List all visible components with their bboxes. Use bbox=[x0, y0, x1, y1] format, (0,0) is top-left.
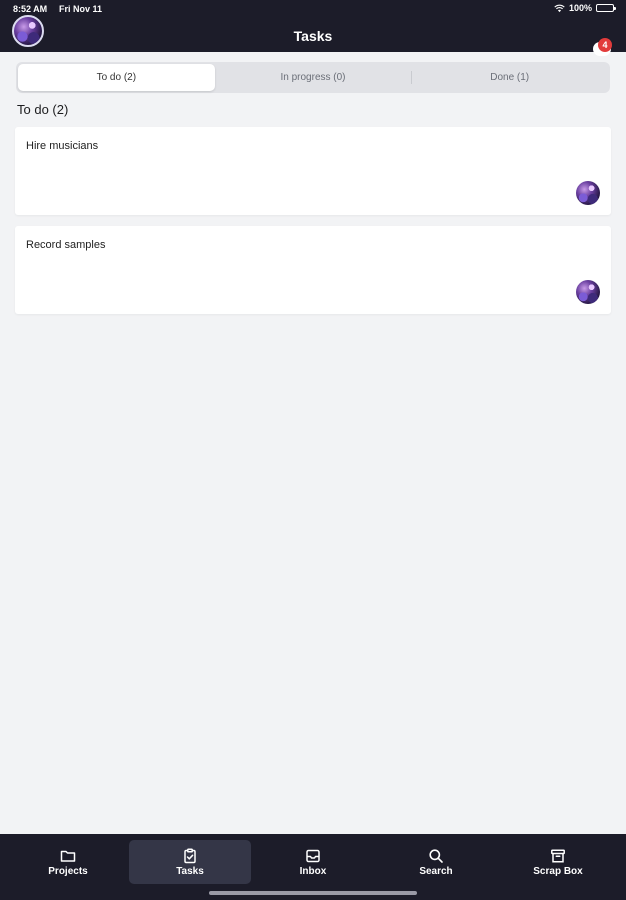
task-status-tabs: To do (2) In progress (0) Done (1) bbox=[16, 62, 610, 93]
section-title: To do (2) bbox=[17, 102, 69, 117]
task-card[interactable]: Hire musicians bbox=[15, 127, 611, 215]
nav-label: Inbox bbox=[299, 865, 327, 877]
search-icon bbox=[429, 848, 443, 863]
archive-box-icon bbox=[551, 848, 565, 863]
nav-label: Search bbox=[419, 865, 453, 877]
battery-percent: 100% bbox=[568, 3, 592, 13]
nav-label: Projects bbox=[48, 865, 88, 877]
task-card[interactable]: Record samples bbox=[15, 226, 611, 314]
nav-inbox[interactable]: Inbox bbox=[252, 840, 374, 884]
task-title: Hire musicians bbox=[26, 140, 99, 152]
notification-badge: 4 bbox=[598, 38, 612, 52]
assignee-avatar bbox=[576, 280, 600, 304]
status-date: Fri Nov 11 bbox=[59, 4, 103, 14]
wifi-icon bbox=[554, 4, 565, 12]
tab-done[interactable]: Done (1) bbox=[411, 64, 608, 91]
nav-scrap-box[interactable]: Scrap Box bbox=[497, 840, 619, 884]
home-indicator bbox=[209, 891, 417, 895]
assignee-avatar bbox=[576, 181, 600, 205]
tab-to-do[interactable]: To do (2) bbox=[18, 64, 215, 91]
nav-label: Scrap Box bbox=[533, 865, 583, 877]
nav-projects[interactable]: Projects bbox=[7, 840, 129, 884]
nav-search[interactable]: Search bbox=[375, 840, 497, 884]
app-header: 8:52 AM Fri Nov 11 100% Tasks bbox=[0, 0, 626, 52]
status-bar: 8:52 AM Fri Nov 11 100% bbox=[0, 0, 626, 18]
status-indicators: 100% bbox=[554, 3, 616, 13]
tab-in-progress[interactable]: In progress (0) bbox=[215, 64, 412, 91]
task-title: Record samples bbox=[26, 239, 106, 251]
folder-icon bbox=[60, 850, 76, 862]
nav-label: Tasks bbox=[176, 865, 204, 877]
nav-tasks[interactable]: Tasks bbox=[129, 840, 251, 884]
inbox-icon bbox=[306, 849, 320, 862]
battery-icon bbox=[596, 4, 616, 12]
page-title: Tasks bbox=[293, 28, 333, 44]
status-time: 8:52 AM bbox=[13, 4, 48, 14]
clipboard-check-icon bbox=[184, 847, 196, 863]
